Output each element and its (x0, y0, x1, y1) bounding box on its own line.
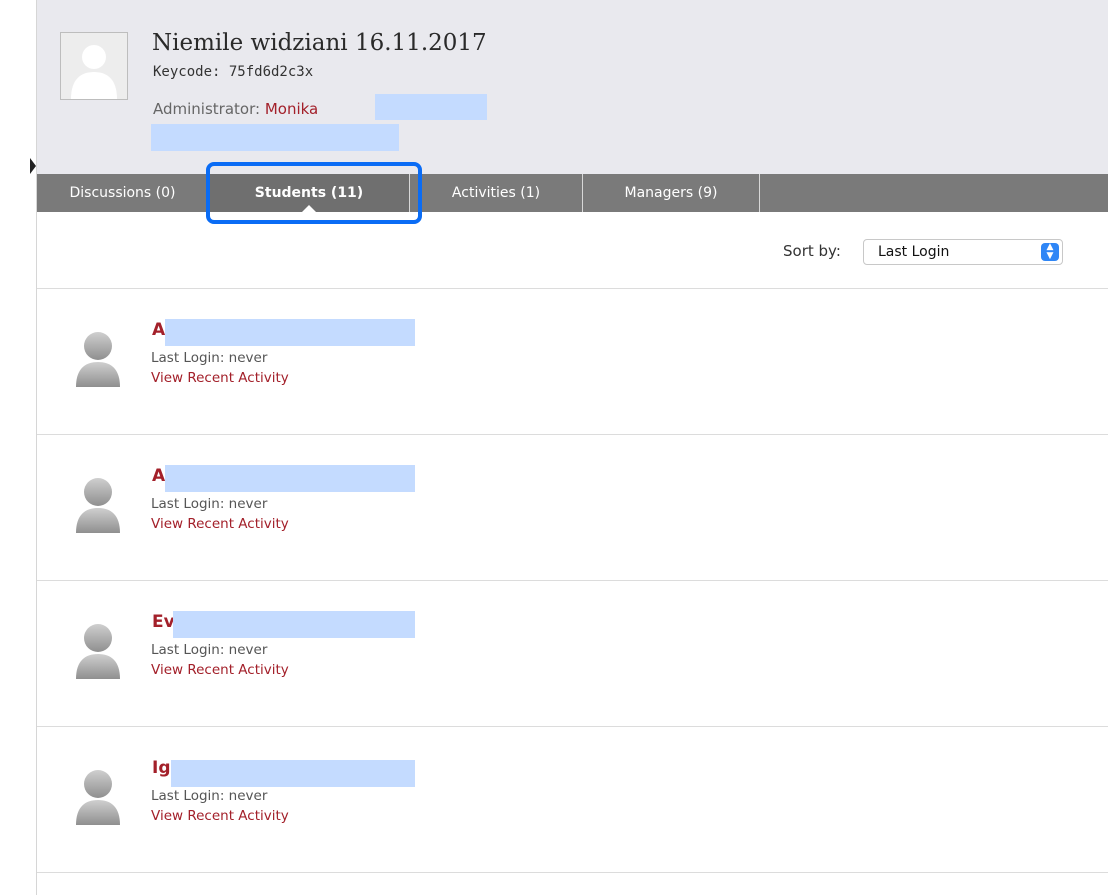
group-header: Niemile widziani 16.11.2017 Keycode: 75f… (37, 0, 1108, 174)
student-last-login: Last Login: never (151, 642, 268, 658)
view-recent-activity-link[interactable]: View Recent Activity (151, 808, 289, 824)
sort-select[interactable]: Last Login ▲ ▼ (863, 239, 1063, 265)
tab-activities-label: Activities (1) (451, 185, 541, 201)
tab-discussions-label: Discussions (0) (69, 185, 176, 201)
student-name-link[interactable]: Ev (152, 612, 175, 632)
student-avatar-icon (76, 770, 120, 825)
student-avatar-icon (76, 624, 120, 679)
student-avatar-icon (76, 478, 120, 533)
student-row: A Last Login: never View Recent Activity (37, 289, 1108, 435)
group-avatar (60, 32, 128, 100)
student-last-login: Last Login: never (151, 788, 268, 804)
redacted-student-name (171, 760, 415, 787)
active-tab-caret-icon (302, 205, 316, 212)
tab-students[interactable]: Students (11) (209, 174, 410, 212)
student-row: Ev Last Login: never View Recent Activit… (37, 581, 1108, 727)
view-recent-activity-link[interactable]: View Recent Activity (151, 662, 289, 678)
tab-discussions[interactable]: Discussions (0) (37, 174, 209, 212)
tab-bar: Discussions (0) Students (11) Activities… (37, 174, 1108, 212)
administrator-line: Administrator: Monika (153, 100, 318, 118)
redacted-student-name (173, 611, 415, 638)
sort-selected-value: Last Login (878, 244, 950, 260)
student-name-link[interactable]: Ig (152, 758, 171, 778)
student-last-login: Last Login: never (151, 350, 268, 366)
redacted-admin-details (151, 124, 399, 151)
group-keycode: Keycode: 75fd6d2c3x (153, 64, 314, 80)
tab-students-label: Students (11) (254, 185, 364, 201)
sort-bar: Sort by: Last Login ▲ ▼ (37, 212, 1108, 289)
group-title: Niemile widziani 16.11.2017 (152, 30, 487, 56)
group-panel: Niemile widziani 16.11.2017 Keycode: 75f… (36, 0, 1108, 895)
student-last-login: Last Login: never (151, 496, 268, 512)
redacted-student-name (165, 319, 415, 346)
sort-label: Sort by: (783, 242, 841, 260)
redacted-admin-surname (375, 94, 487, 120)
tab-managers[interactable]: Managers (9) (583, 174, 760, 212)
student-row: Ig Last Login: never View Recent Activit… (37, 727, 1108, 873)
student-avatar-icon (76, 332, 120, 387)
tab-activities[interactable]: Activities (1) (410, 174, 583, 212)
view-recent-activity-link[interactable]: View Recent Activity (151, 516, 289, 532)
student-name-link[interactable]: A (152, 466, 165, 486)
tab-managers-label: Managers (9) (624, 185, 718, 201)
user-placeholder-icon (61, 33, 127, 99)
student-name-link[interactable]: A (152, 320, 165, 340)
student-row: A Last Login: never View Recent Activity (37, 435, 1108, 581)
redacted-student-name (165, 465, 415, 492)
view-recent-activity-link[interactable]: View Recent Activity (151, 370, 289, 386)
select-arrows-icon: ▲ ▼ (1041, 243, 1059, 261)
administrator-label: Administrator: (153, 100, 261, 118)
administrator-name[interactable]: Monika (265, 100, 318, 118)
